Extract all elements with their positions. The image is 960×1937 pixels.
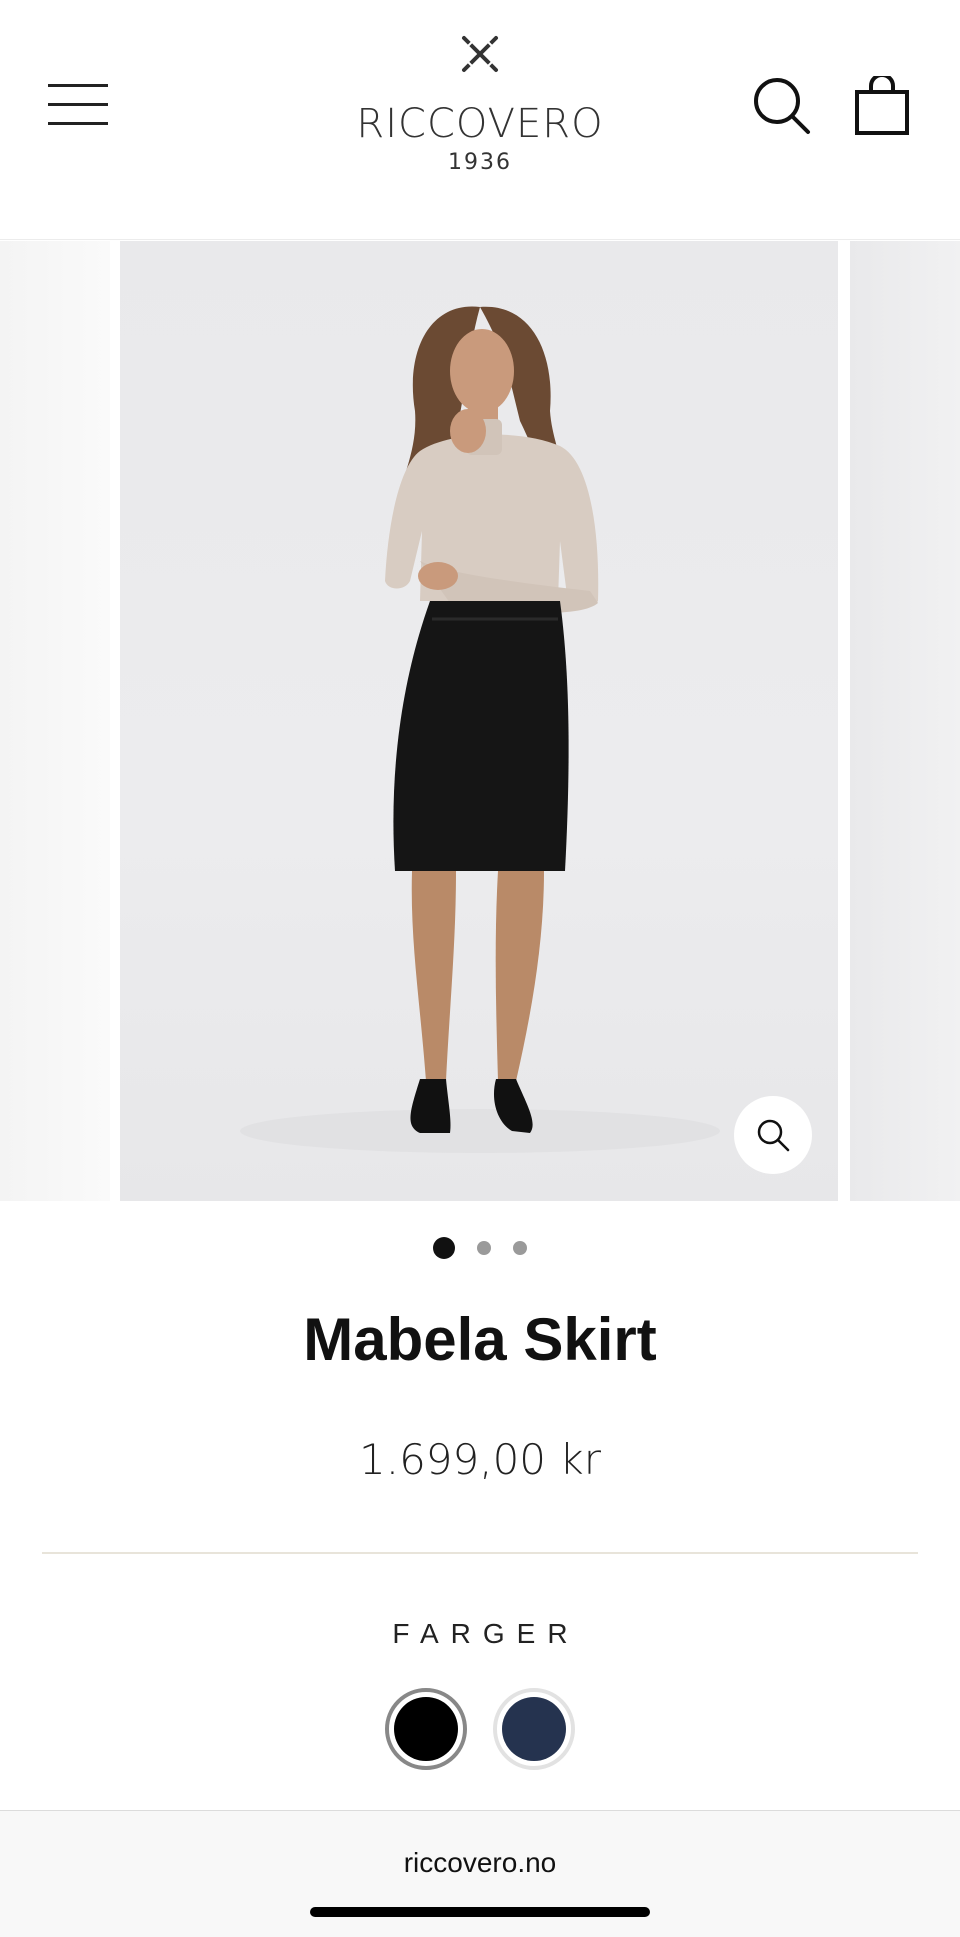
product-image-carousel[interactable]	[0, 241, 960, 1201]
product-image-main[interactable]	[120, 241, 838, 1201]
color-swatch-black[interactable]	[385, 1688, 467, 1770]
site-header: RICCOVERO 1936	[0, 0, 960, 240]
previous-slide-peek[interactable]	[0, 241, 110, 1201]
color-swatches	[0, 1688, 960, 1770]
browser-address-bar: riccovero.no	[0, 1810, 960, 1937]
hamburger-menu-icon[interactable]	[48, 82, 108, 128]
swatch-fill	[502, 1697, 566, 1761]
carousel-dot-3[interactable]	[513, 1241, 527, 1255]
brand-mark-icon	[462, 36, 498, 72]
url-text[interactable]: riccovero.no	[0, 1847, 960, 1879]
carousel-pagination	[0, 1236, 960, 1260]
section-divider	[42, 1552, 918, 1554]
carousel-dot-1[interactable]	[433, 1237, 455, 1259]
brand-name: RICCOVERO	[356, 101, 604, 147]
shopping-bag-icon[interactable]	[854, 73, 910, 136]
brand-year: 1936	[448, 150, 512, 175]
next-slide-peek[interactable]	[850, 241, 960, 1201]
carousel-dot-2[interactable]	[477, 1241, 491, 1255]
home-indicator[interactable]	[310, 1907, 650, 1917]
zoom-icon	[757, 1119, 790, 1152]
color-swatch-navy[interactable]	[493, 1688, 575, 1770]
search-icon[interactable]	[752, 76, 812, 136]
product-price: 1.699,00 kr	[359, 1435, 601, 1484]
product-title: Mabela Skirt	[303, 1306, 657, 1373]
model-photo	[240, 306, 720, 1153]
swatch-fill	[394, 1697, 458, 1761]
zoom-button[interactable]	[734, 1096, 812, 1174]
brand-logo[interactable]: RICCOVERO 1936	[330, 30, 630, 190]
colors-label: FARGER	[392, 1618, 580, 1649]
